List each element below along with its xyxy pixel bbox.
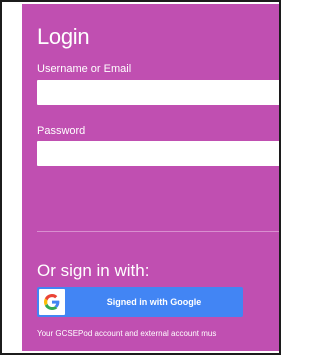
google-signin-button[interactable]: Signed in with Google	[37, 287, 243, 317]
google-icon	[39, 289, 65, 315]
alt-signin-title: Or sign in with:	[37, 261, 150, 280]
username-label: Username or Email	[37, 63, 132, 75]
screenshot-frame: Login Username or Email Password Or sign…	[0, 0, 281, 355]
section-divider	[37, 231, 279, 232]
password-input[interactable]	[37, 141, 279, 166]
login-title: Login	[37, 24, 90, 49]
password-label: Password	[37, 125, 86, 137]
username-input[interactable]	[37, 80, 279, 105]
account-link-note: Your GCSEPod account and external accoun…	[37, 329, 217, 338]
login-panel: Login Username or Email Password Or sign…	[22, 4, 279, 351]
google-signin-label: Signed in with Google	[106, 297, 202, 307]
